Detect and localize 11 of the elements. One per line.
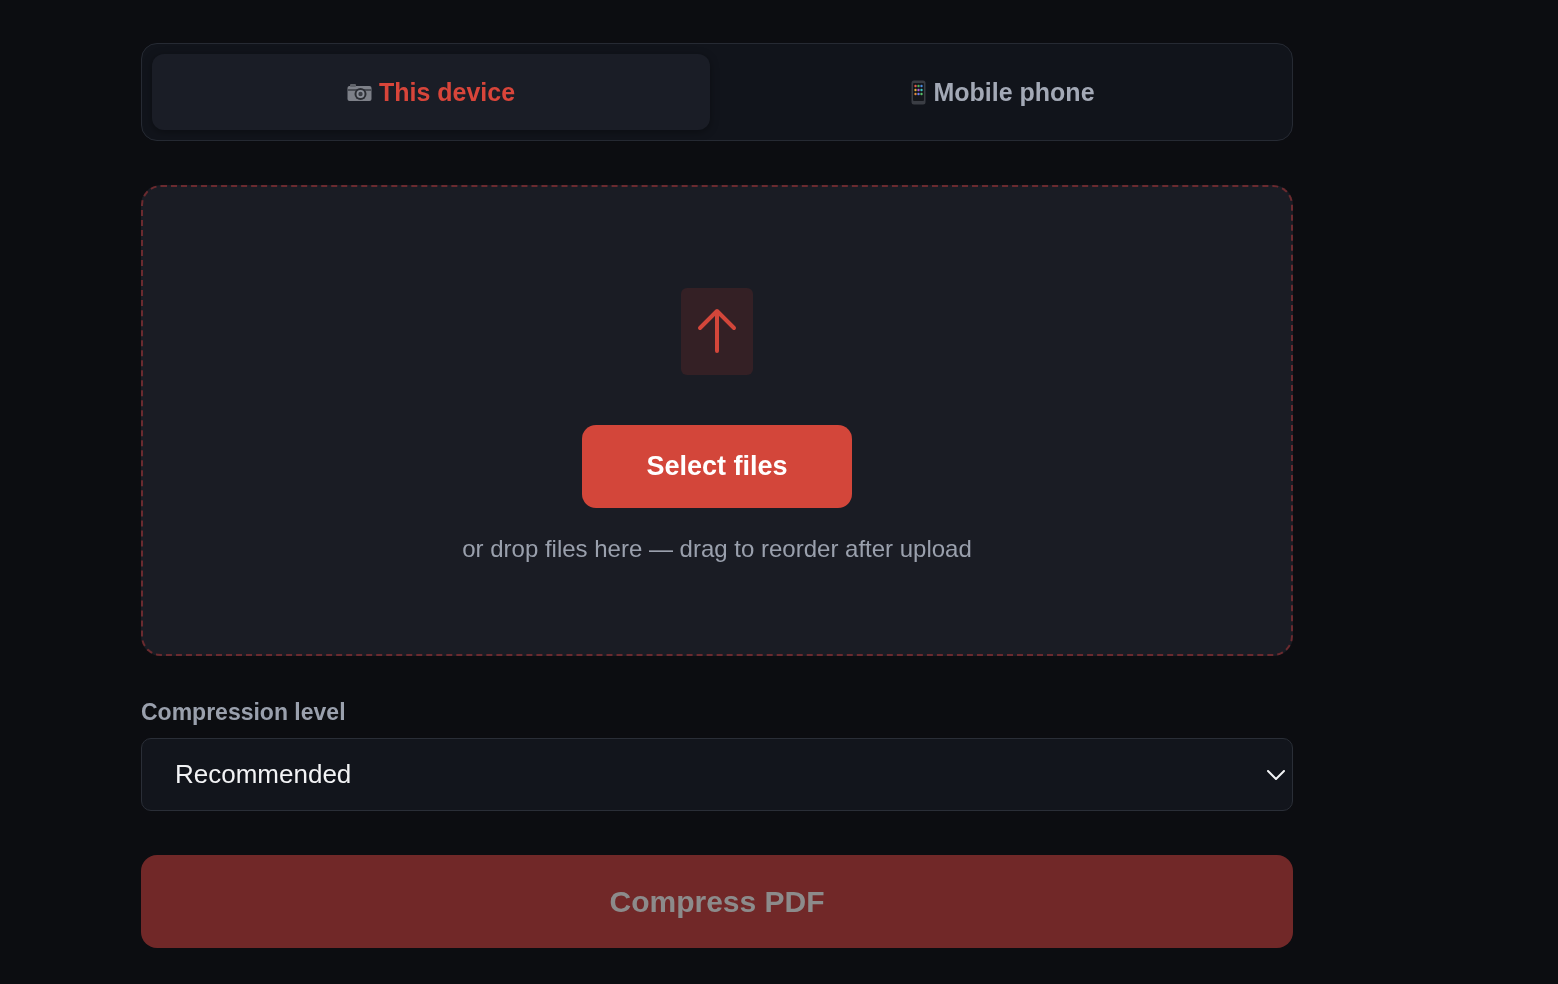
compression-level-label: Compression level — [141, 698, 346, 726]
file-drop-zone[interactable]: Select files or drop files here — drag to reorder after upload — [141, 185, 1293, 656]
compression-level-select[interactable]: Recommended — [141, 738, 1293, 811]
camera-icon — [346, 82, 372, 102]
source-tab[interactable]: This device — [152, 54, 710, 130]
source-tab[interactable]: Mobile phone — [724, 54, 1282, 130]
mobile-phone-icon — [911, 79, 927, 105]
arrow-up-icon — [681, 288, 753, 375]
drop-hint-text: or drop files here — drag to reorder after upload — [462, 534, 972, 564]
select-files-button[interactable]: Select files — [582, 425, 852, 508]
chevron-down-icon — [1267, 769, 1285, 780]
